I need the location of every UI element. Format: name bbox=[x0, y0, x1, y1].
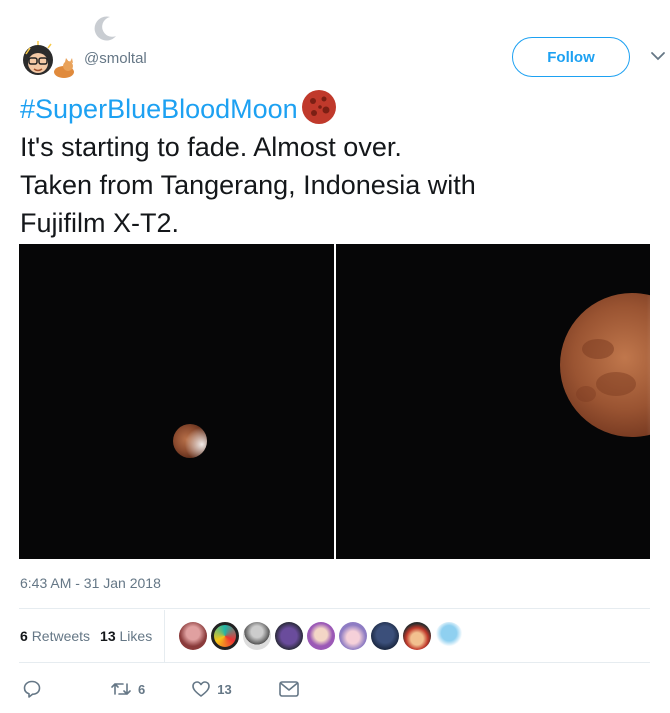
tweet-text: #SuperBlueBloodMoon It's starting to fad… bbox=[20, 88, 650, 242]
liker-avatar[interactable] bbox=[339, 622, 368, 650]
liker-avatars bbox=[179, 622, 464, 650]
liker-avatar[interactable] bbox=[275, 622, 304, 650]
tweet-actions: 6 13 bbox=[22, 675, 346, 703]
crescent-moon-icon bbox=[94, 16, 116, 41]
tweet-line-3: Fujifilm X-T2. bbox=[20, 208, 180, 238]
liker-avatar[interactable] bbox=[243, 622, 272, 650]
dm-icon bbox=[278, 681, 299, 697]
likes-stat[interactable]: 13 Likes bbox=[100, 628, 152, 644]
heart-icon bbox=[192, 681, 211, 697]
tweet-line-1: It's starting to fade. Almost over. bbox=[20, 132, 402, 162]
author-handle[interactable]: @smoltal bbox=[84, 50, 147, 67]
hashtag-link[interactable]: #SuperBlueBloodMoon bbox=[20, 94, 298, 124]
stats-divider bbox=[164, 610, 166, 662]
avatar[interactable] bbox=[18, 36, 76, 82]
retweets-count: 6 bbox=[20, 628, 28, 644]
tweet-timestamp[interactable]: 6:43 AM - 31 Jan 2018 bbox=[20, 575, 161, 591]
reply-icon bbox=[23, 680, 41, 698]
direct-message-button[interactable] bbox=[278, 680, 300, 698]
moon-photo-wide[interactable] bbox=[19, 244, 334, 559]
liker-avatar[interactable] bbox=[307, 622, 336, 650]
reply-button[interactable] bbox=[22, 679, 42, 699]
retweets-label: Retweets bbox=[31, 628, 91, 644]
retweets-stat[interactable]: 6 Retweets bbox=[20, 628, 90, 644]
liker-avatar[interactable] bbox=[403, 622, 432, 650]
likes-count: 13 bbox=[100, 628, 116, 644]
liker-avatar[interactable] bbox=[435, 622, 464, 650]
divider bbox=[19, 608, 650, 609]
engagement-stats: 6 Retweets 13 Likes bbox=[20, 610, 650, 662]
photo-grid bbox=[19, 244, 650, 559]
tweet-header: @smoltal Follow bbox=[18, 14, 665, 78]
likes-label: Likes bbox=[119, 628, 153, 644]
retweet-count: 6 bbox=[138, 681, 146, 697]
moon-emoji-icon bbox=[301, 90, 336, 124]
divider bbox=[19, 662, 650, 663]
like-button[interactable]: 13 bbox=[191, 679, 232, 699]
like-count: 13 bbox=[217, 681, 232, 697]
liker-avatar[interactable] bbox=[211, 622, 240, 650]
moon-photo-closeup[interactable] bbox=[335, 244, 650, 559]
follow-button[interactable]: Follow bbox=[512, 37, 630, 77]
liker-avatar[interactable] bbox=[371, 622, 400, 650]
chevron-down-icon[interactable] bbox=[650, 50, 666, 62]
tweet-line-2: Taken from Tangerang, Indonesia with bbox=[20, 170, 476, 200]
retweet-icon bbox=[111, 683, 131, 695]
retweet-button[interactable]: 6 bbox=[110, 679, 145, 699]
liker-avatar[interactable] bbox=[179, 622, 208, 650]
